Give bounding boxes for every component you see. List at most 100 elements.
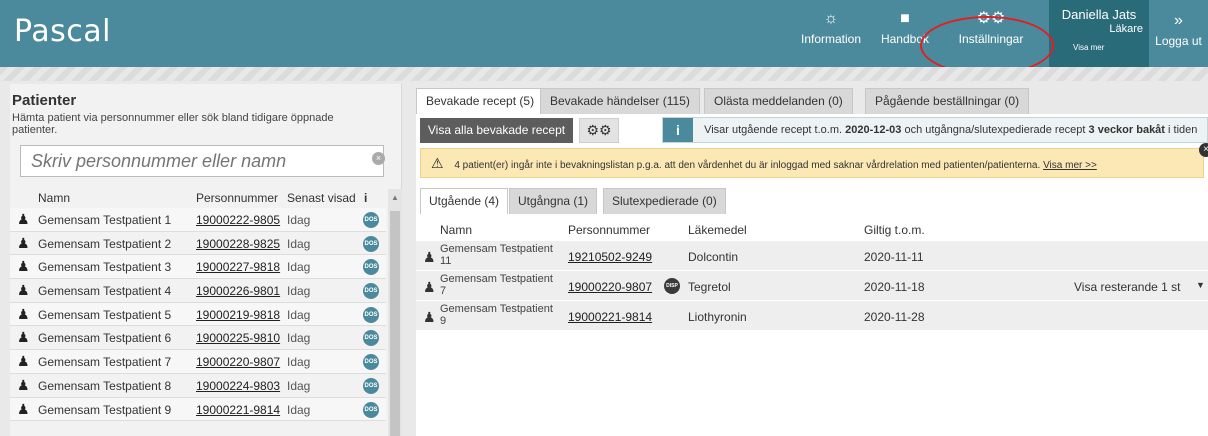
scroll-up-icon[interactable]: ▲ — [391, 193, 399, 202]
tab-bevakade-handelser[interactable]: Bevakade händelser (115) — [540, 88, 700, 114]
col-rx-valid[interactable]: Giltig t.o.m. — [864, 223, 925, 237]
col-rx-pnr[interactable]: Personnummer — [568, 223, 650, 237]
patient-pnr-link[interactable]: 19000227-9818 — [196, 260, 280, 274]
info-date: 2020-12-03 — [845, 124, 902, 136]
warning-icon: ⚠ — [431, 155, 444, 171]
show-remaining-link[interactable]: Visa resterande 1 st — [1074, 280, 1181, 294]
settings-gears-button[interactable]: ⚙⚙ — [579, 118, 619, 143]
col-name[interactable]: Namn — [38, 191, 70, 205]
disp-badge: DISP — [664, 278, 680, 294]
col-pnr[interactable]: Personnummer — [196, 191, 278, 205]
tab-utgaende[interactable]: Utgående (4) — [420, 188, 509, 214]
info-icon: i — [663, 118, 693, 142]
info-text-middle: och utgångna/slutexpedierade recept — [904, 124, 1089, 136]
patients-table-header: Namn Personnummer Senast visad i — [10, 191, 385, 209]
dos-badge: DOS — [363, 259, 379, 276]
patient-row[interactable]: ♟ Gemensam Testpatient 3 19000227-9818 I… — [10, 255, 386, 280]
patient-row[interactable]: ♟ Gemensam Testpatient 2 19000228-9825 I… — [10, 232, 386, 256]
dos-badge: DOS — [363, 354, 379, 371]
logout-button[interactable]: » Logga ut — [1149, 0, 1208, 67]
rx-pnr-link[interactable]: 19000221-9814 — [568, 310, 652, 324]
user-role: Läkare — [1109, 23, 1143, 35]
rx-valid: 2020-11-18 — [864, 280, 925, 294]
person-icon: ♟ — [423, 249, 436, 265]
rx-pnr-link[interactable]: 19000220-9807 — [568, 280, 652, 294]
nav-information[interactable]: ☼ Information — [795, 8, 867, 60]
patient-pnr-link[interactable]: 19000226-9801 — [196, 284, 280, 298]
patient-pnr-link[interactable]: 19000220-9807 — [196, 355, 280, 369]
person-icon: ♟ — [423, 309, 436, 325]
user-show-more-link[interactable]: Visa mer — [1073, 43, 1104, 52]
dos-badge: DOS — [363, 401, 379, 418]
col-seen[interactable]: Senast visad — [287, 191, 356, 205]
patient-seen: Idag — [287, 213, 311, 227]
patient-row[interactable]: ♟ Gemensam Testpatient 9 19000221-9814 I… — [10, 397, 386, 422]
patient-row[interactable]: ♟ Gemensam Testpatient 5 19000219-9818 I… — [10, 302, 386, 327]
person-icon: ♟ — [17, 234, 30, 251]
patient-pnr-link[interactable]: 19000221-9814 — [196, 403, 280, 417]
person-icon: ♟ — [17, 376, 30, 393]
app-title: Pascal — [14, 14, 111, 49]
patient-pnr-link[interactable]: 19000225-9810 — [196, 331, 280, 345]
dos-badge: DOS — [363, 306, 379, 323]
tab-olasta-meddelanden[interactable]: Olästa meddelanden (0) — [704, 88, 853, 114]
tab-slutexpedierade[interactable]: Slutexpedierade (0) — [603, 188, 726, 214]
patient-name: Gemensam Testpatient 7 — [38, 355, 172, 370]
info-bar: i Visar utgående recept t.o.m. 2020-12-0… — [662, 117, 1208, 143]
patients-scrollbar[interactable]: ▲ — [388, 189, 402, 436]
patient-row[interactable]: ♟ Gemensam Testpatient 7 19000220-9807 I… — [10, 350, 386, 374]
dos-badge: DOS — [363, 235, 379, 252]
nav-installningar[interactable]: ⚙⚙ Inställningar — [947, 8, 1035, 60]
patient-seen: Idag — [287, 284, 311, 299]
patient-name: Gemensam Testpatient 5 — [38, 307, 172, 322]
tab-bevakade-recept[interactable]: Bevakade recept (5) — [416, 88, 545, 114]
tab-pagaende-bestallningar[interactable]: Pågående beställningar (0) — [865, 88, 1030, 114]
prescription-row[interactable]: ♟ Gemensam Testpatient 7 19000220-9807 D… — [416, 271, 1208, 301]
nav-handbok[interactable]: ■ Handbok — [877, 8, 933, 60]
patient-search-input[interactable] — [20, 145, 384, 177]
col-rx-name[interactable]: Namn — [440, 223, 472, 237]
rx-valid: 2020-11-28 — [864, 310, 925, 324]
patient-pnr-link[interactable]: 19000228-9825 — [196, 237, 280, 251]
person-icon: ♟ — [17, 282, 30, 299]
patient-row[interactable]: ♟ Gemensam Testpatient 8 19000224-9803 I… — [10, 374, 386, 398]
decorative-strip — [0, 67, 1208, 81]
user-menu[interactable]: Daniella Jats Läkare Visa mer — [1049, 0, 1149, 67]
patients-title: Patienter — [12, 92, 77, 109]
close-icon[interactable]: × — [1199, 143, 1208, 157]
patient-row[interactable]: ♟ Gemensam Testpatient 4 19000226-9801 I… — [10, 279, 386, 303]
prescription-row[interactable]: ♟ Gemensam Testpatient 9 19000221-9814 L… — [416, 301, 1208, 331]
show-all-watched-button[interactable]: Visa alla bevakade recept — [420, 118, 573, 143]
person-icon: ♟ — [17, 400, 30, 417]
patient-row[interactable]: ♟ Gemensam Testpatient 1 19000222-9805 I… — [10, 208, 386, 232]
info-text-after: i tiden — [1168, 124, 1198, 136]
rx-pnr-link[interactable]: 19210502-9249 — [568, 250, 652, 264]
warning-text: 4 patient(er) ingår inte i bevakningslis… — [454, 160, 1044, 171]
patient-pnr-link[interactable]: 19000219-9818 — [196, 308, 280, 322]
person-icon: ♟ — [423, 279, 436, 295]
logout-label: Logga ut — [1155, 34, 1202, 48]
prescription-row[interactable]: ♟ Gemensam Testpatient 11 19210502-9249 … — [416, 241, 1208, 271]
warning-banner: ⚠ 4 patient(er) ingår inte i bevakningsl… — [420, 148, 1204, 178]
col-rx-drug[interactable]: Läkemedel — [688, 223, 747, 237]
patient-row[interactable]: ♟ Gemensam Testpatient 6 19000225-9810 I… — [10, 326, 386, 351]
caret-down-icon[interactable]: ▼ — [1196, 280, 1205, 290]
patient-pnr-link[interactable]: 19000224-9803 — [196, 379, 280, 393]
prescriptions-list: ♟ Gemensam Testpatient 11 19210502-9249 … — [416, 241, 1208, 331]
top-header: Pascal ☼ Information ■ Handbok ⚙⚙ Instäl… — [0, 0, 1208, 67]
patient-name: Gemensam Testpatient 9 — [38, 402, 172, 417]
patients-hint: Hämta patient via personnummer eller sök… — [12, 112, 334, 136]
warning-show-more-link[interactable]: Visa mer >> — [1043, 160, 1097, 171]
scrollbar-thumb[interactable] — [390, 211, 400, 436]
patient-name: Gemensam Testpatient 2 — [38, 236, 172, 251]
rx-drug: Tegretol — [688, 280, 731, 294]
patient-pnr-link[interactable]: 19000222-9805 — [196, 213, 280, 227]
clear-search-icon[interactable]: × — [372, 152, 385, 165]
person-icon: ♟ — [17, 305, 30, 322]
rx-drug: Liothyronin — [688, 310, 747, 324]
tab-utgangna[interactable]: Utgångna (1) — [509, 188, 598, 214]
patient-seen: Idag — [287, 260, 311, 275]
patient-seen: Idag — [287, 236, 311, 251]
person-icon: ♟ — [17, 211, 30, 227]
dos-badge: DOS — [363, 283, 379, 300]
